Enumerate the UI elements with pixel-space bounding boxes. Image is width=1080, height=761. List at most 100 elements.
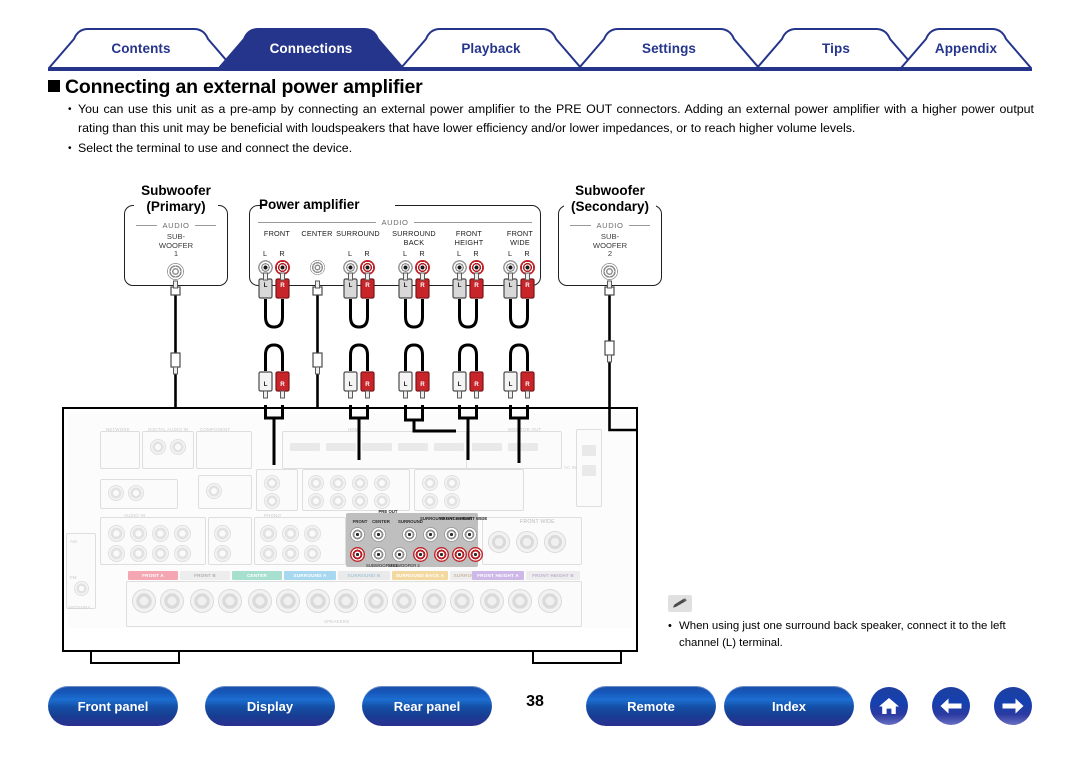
ghost-jack [352, 475, 368, 491]
ghost-label: COMPONENT [200, 427, 231, 432]
rule-line [136, 224, 158, 226]
tab-settings[interactable]: Settings [578, 28, 760, 68]
ghost-jack [108, 485, 124, 501]
tab-contents[interactable]: Contents [48, 28, 234, 68]
ghost-jack [282, 545, 299, 562]
rule-line [413, 221, 532, 223]
speaker-band: SURROUND BACK A [392, 571, 448, 580]
ghost-jack [308, 493, 324, 509]
front-wide-terminal-label: FRONT WIDE [520, 519, 555, 525]
subwoofer-primary-title-1: Subwoofer [141, 183, 211, 198]
rule-line [628, 224, 650, 226]
svg-text:L: L [458, 381, 462, 388]
ghost-label: AM [70, 539, 77, 544]
ghost-jack [308, 475, 324, 491]
audio-label: AUDIO [162, 220, 190, 230]
home-icon[interactable] [870, 687, 908, 725]
cable-center [312, 280, 323, 407]
ghost-label: DIGITAL AUDIO IN [148, 427, 189, 432]
ghost-jack [174, 525, 191, 542]
svg-text:L: L [404, 381, 408, 388]
ghost-jack [174, 545, 191, 562]
ghost-jack [260, 545, 277, 562]
ghost-hdmi-port [472, 443, 502, 451]
ghost-label: NETWORK [106, 427, 130, 432]
ghost-ac-socket [582, 465, 596, 476]
ghost-jack [108, 545, 125, 562]
preout-jack-fw-l [462, 527, 477, 542]
footer-button-front-panel[interactable]: Front panel [48, 686, 178, 726]
ghost-jack [152, 545, 169, 562]
ghost-jack [444, 475, 460, 491]
pa-jack-fh-l [452, 260, 467, 275]
pa-jack-surround-r [360, 260, 375, 275]
subwoofer-secondary-jack [601, 263, 618, 280]
ghost-speaker-post [422, 589, 446, 613]
ghost-jack [444, 493, 460, 509]
ghost-jack [108, 525, 125, 542]
subwoofer-primary-audio-rule: AUDIO [136, 220, 216, 230]
ghost-speaker-post [538, 589, 562, 613]
pa-channel-label-front-height: FRONT HEIGHT [444, 229, 494, 247]
ghost-network-block [100, 431, 140, 469]
pa-jack-fw-l [503, 260, 518, 275]
pa-lr-label-fh-l: L [456, 249, 462, 258]
tab-label: Appendix [934, 40, 998, 56]
manual-page: Contents Connections Playback Settings Tips A… [0, 0, 1080, 761]
ghost-ac-socket [582, 445, 596, 456]
page-title: Connecting an external power amplifier [48, 76, 423, 99]
footer-button-display[interactable]: Display [205, 686, 335, 726]
tab-appendix[interactable]: Appendix [900, 28, 1032, 68]
preout-jack-front [350, 527, 365, 542]
pa-jack-sb-l [398, 260, 413, 275]
preout-jack-subwoofer-2 [392, 547, 407, 562]
label-line-3: 2 [607, 249, 613, 258]
arrow-right-icon[interactable] [994, 687, 1032, 725]
ghost-jack [130, 525, 147, 542]
ghost-hdmi-port [362, 443, 392, 451]
ghost-jack [214, 545, 231, 562]
svg-text:R: R [420, 381, 425, 388]
ghost-jack [130, 545, 147, 562]
bullet-item: Select the terminal to use and connect t… [68, 139, 1034, 158]
ghost-speaker-post [132, 589, 156, 613]
ghost-speaker-post [276, 589, 300, 613]
ghost-label: AC IN [564, 465, 577, 470]
tab-connections[interactable]: Connections [218, 28, 404, 68]
pa-lr-label-front-l: L [262, 249, 268, 258]
ghost-jack [264, 493, 280, 509]
subwoofer-secondary-jack-label: SUB- WOOFER 2 [558, 232, 662, 259]
tab-playback[interactable]: Playback [400, 28, 582, 68]
ghost-speaker-post [364, 589, 388, 613]
note-block: When using just one surround back speake… [668, 595, 1038, 652]
ghost-label: MONITOR OUT [508, 427, 542, 432]
pa-channel-label-front-wide: FRONT WIDE [496, 229, 544, 247]
footer-button-index[interactable]: Index [724, 686, 854, 726]
pa-jack-center [310, 260, 325, 275]
svg-text:L: L [509, 381, 513, 388]
footer-button-rear-panel[interactable]: Rear panel [362, 686, 492, 726]
pre-out-label: PRE OUT [378, 509, 398, 514]
footer-button-remote[interactable]: Remote [586, 686, 716, 726]
tab-label: Playback [461, 40, 521, 56]
ghost-label: PHONO [264, 513, 282, 518]
ghost-label: FM [70, 575, 77, 580]
ghost-speaker-post [392, 589, 416, 613]
pa-lr-label-fh-r: R [473, 249, 479, 258]
svg-text:R: R [525, 381, 530, 388]
rule-line [570, 224, 592, 226]
rca-plugs: L R L R L R L R L R L R L R L R L R L R [258, 272, 535, 399]
preout-jack-sb-r [434, 547, 449, 562]
pa-lr-label-fw-l: L [507, 249, 513, 258]
tab-tips[interactable]: Tips [756, 28, 916, 68]
preout-jack-fh-l [444, 527, 459, 542]
ghost-jack [128, 485, 144, 501]
note-text: When using just one surround back speake… [668, 618, 1038, 652]
svg-text:R: R [280, 381, 285, 388]
ghost-speaker-post [508, 589, 532, 613]
pa-jack-surround-l [343, 260, 358, 275]
power-amplifier-title: Power amplifier [259, 197, 360, 212]
ghost-label: ANTENNA [68, 605, 91, 610]
ghost-jack [264, 475, 280, 491]
arrow-left-icon[interactable] [932, 687, 970, 725]
